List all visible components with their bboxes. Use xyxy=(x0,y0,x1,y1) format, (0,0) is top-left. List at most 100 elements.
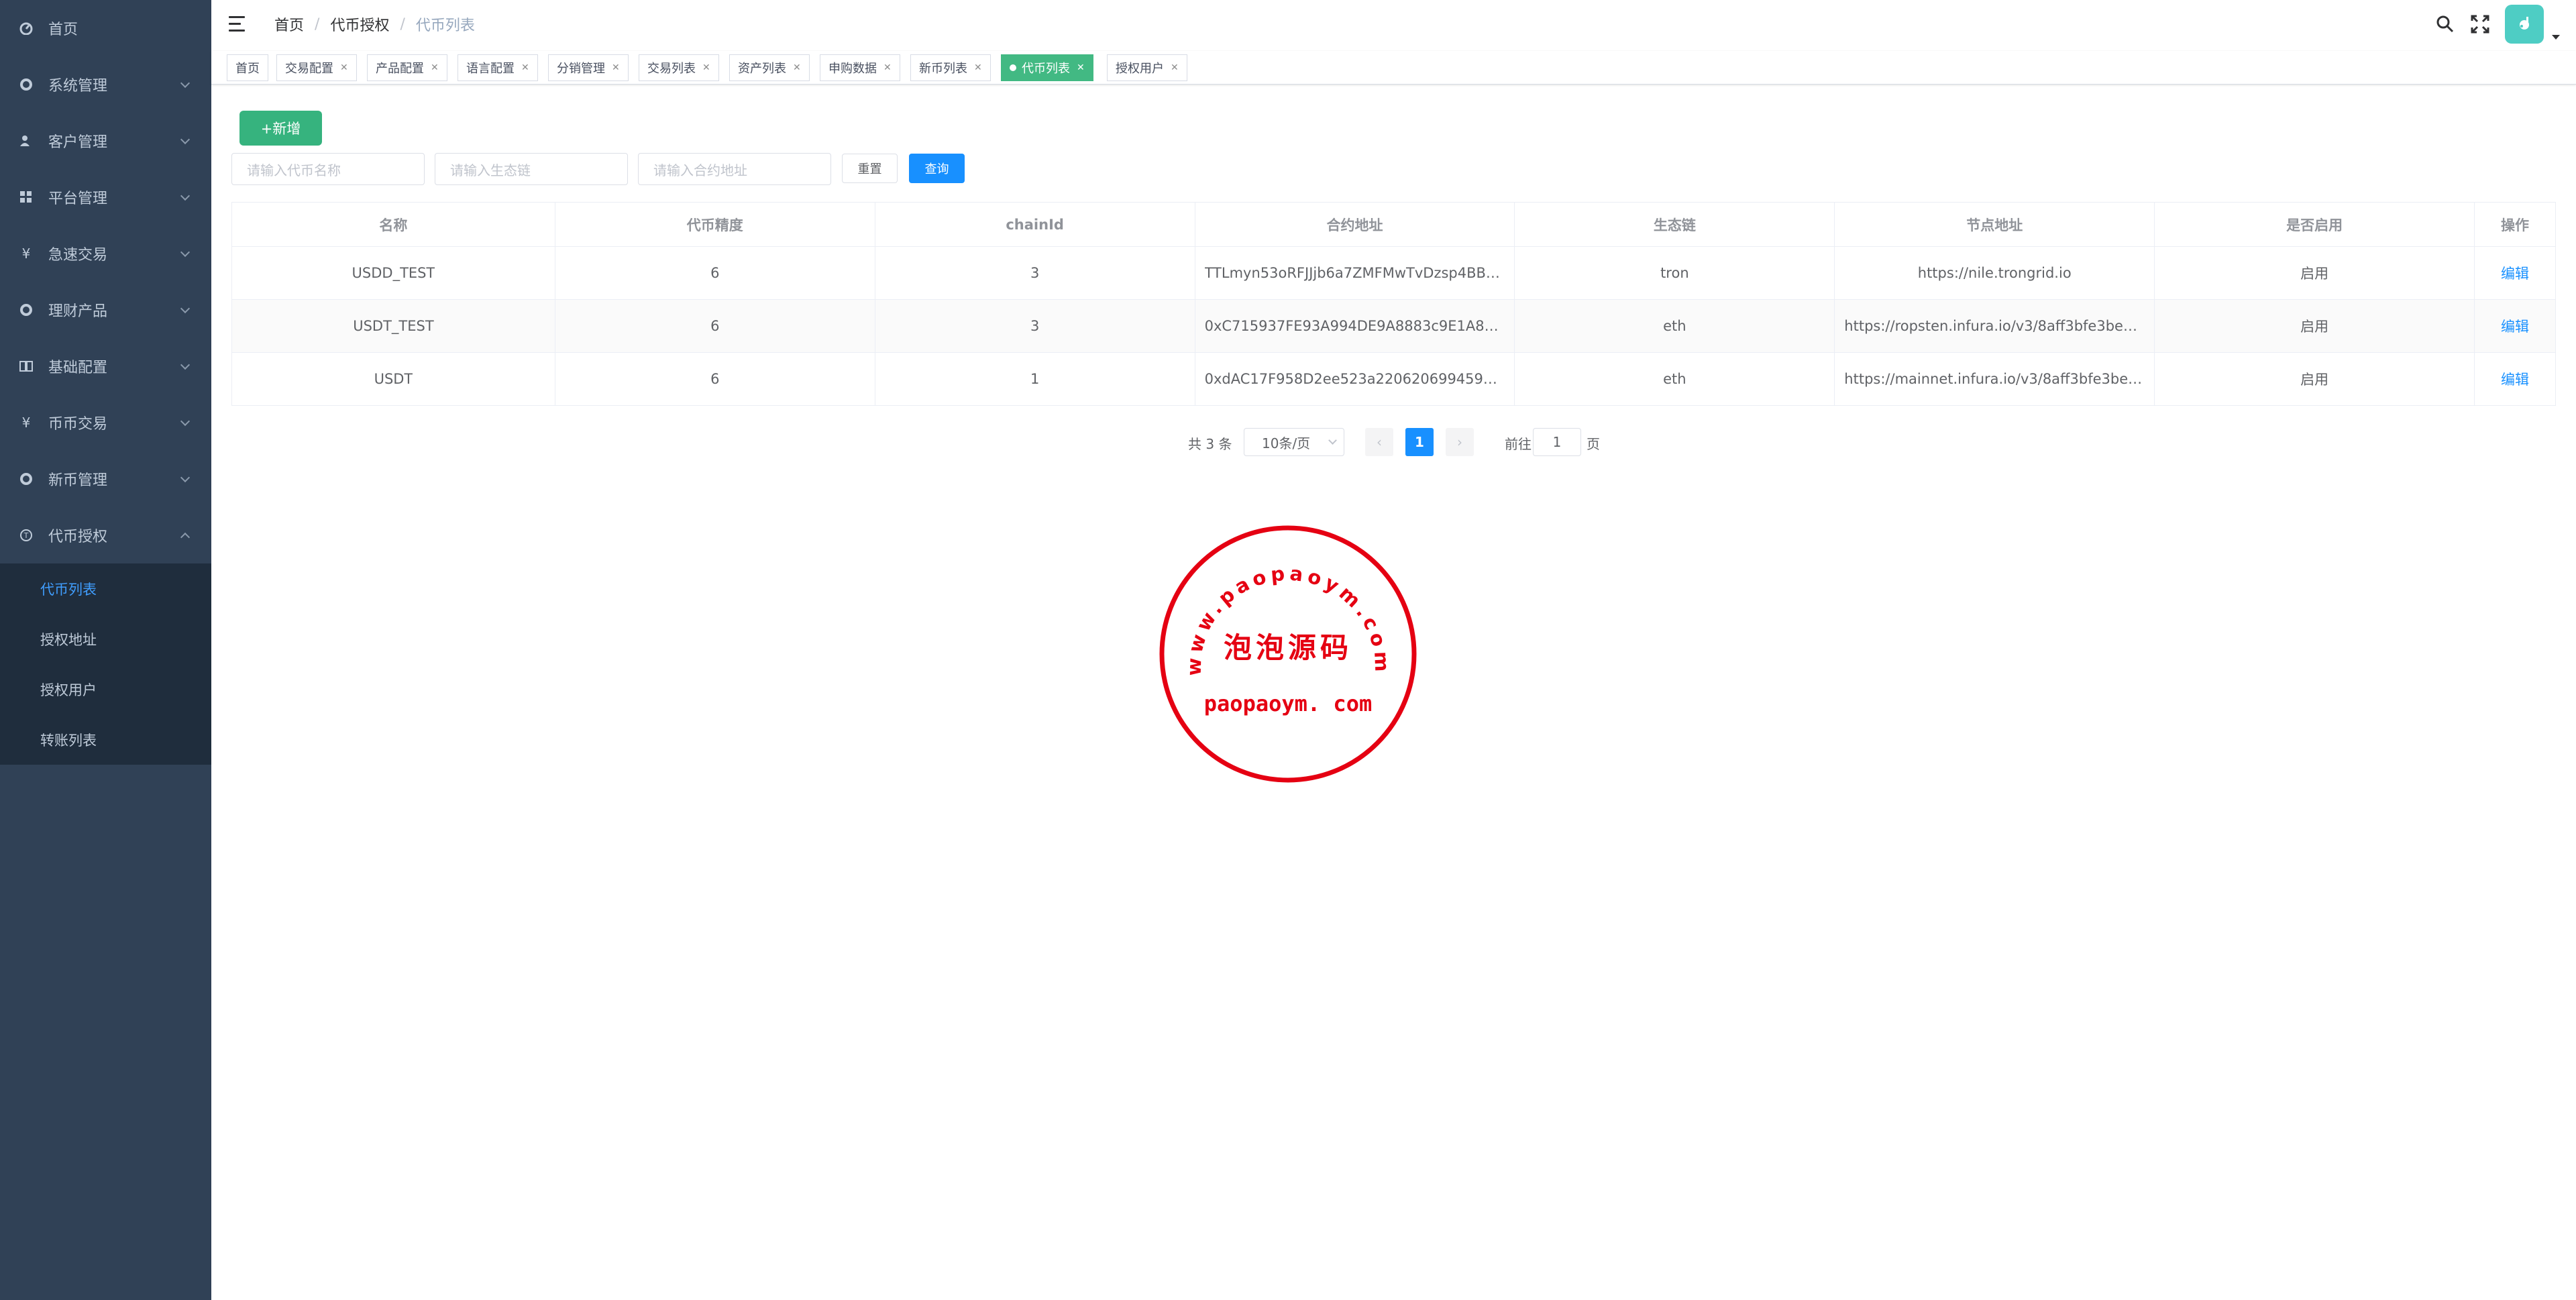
prev-page-button[interactable]: ‹ xyxy=(1365,428,1393,456)
sidebar-subitem-auth-address[interactable]: 授权地址 xyxy=(0,614,211,664)
pagination-total: 共 3 条 xyxy=(1188,436,1232,452)
tag-token-list[interactable]: 代币列表 ✕ xyxy=(1001,54,1093,81)
chevron-left-icon: ‹ xyxy=(1377,434,1382,450)
close-icon[interactable]: ✕ xyxy=(883,62,892,73)
sidebar-item-new-coin[interactable]: 新币管理 xyxy=(0,451,211,507)
close-icon[interactable]: ✕ xyxy=(521,62,529,73)
token-table: 名称 代币精度 chainId 合约地址 生态链 节点地址 是否启用 操作 US… xyxy=(231,202,2556,406)
edit-link[interactable]: 编辑 xyxy=(2501,263,2529,283)
table-cell: 启用 xyxy=(2155,353,2475,406)
chevron-down-icon xyxy=(180,78,191,89)
chevron-down-icon xyxy=(1328,436,1337,445)
close-icon[interactable]: ✕ xyxy=(340,62,348,73)
tag-asset-list[interactable]: 资产列表 ✕ xyxy=(729,54,810,81)
tag-subscription-data[interactable]: 申购数据 ✕ xyxy=(820,54,900,81)
sidebar: 首页 系统管理 客户管理 平台管理 ¥ 急速交易 理财产品 基础配置 ¥ 币币交… xyxy=(0,0,211,1300)
close-icon[interactable]: ✕ xyxy=(974,62,982,73)
close-icon[interactable]: ✕ xyxy=(793,62,801,73)
edit-link[interactable]: 编辑 xyxy=(2501,316,2529,336)
chevron-down-icon xyxy=(180,303,191,314)
table-row: USDT 6 1 0xdAC17F958D2ee523a220620699459… xyxy=(232,353,2556,406)
sidebar-item-basic-config[interactable]: 基础配置 xyxy=(0,338,211,394)
table-cell: https://mainnet.infura.io/v3/8aff3bfe3be… xyxy=(1835,353,2155,406)
watermark-center-text: 泡泡源码 xyxy=(1224,631,1352,664)
avatar[interactable] xyxy=(2505,5,2544,44)
sidebar-item-label: 急速交易 xyxy=(48,247,108,264)
sidebar-subitem-auth-users[interactable]: 授权用户 xyxy=(0,664,211,714)
contract-address-input[interactable]: 请输入合约地址 xyxy=(638,153,831,185)
breadcrumb-home[interactable]: 首页 xyxy=(274,13,304,35)
dashboard-icon xyxy=(19,21,34,36)
chevron-up-icon xyxy=(180,532,191,543)
tag-auth-users[interactable]: 授权用户 ✕ xyxy=(1107,54,1187,81)
user-icon xyxy=(19,133,34,148)
chevron-down-icon xyxy=(180,247,191,258)
query-button[interactable]: 查询 xyxy=(909,154,965,183)
reset-button[interactable]: 重置 xyxy=(842,154,898,183)
chevron-down-icon xyxy=(180,191,191,201)
close-icon[interactable]: ✕ xyxy=(702,62,710,73)
gear-icon xyxy=(19,303,34,317)
tag-home[interactable]: 首页 xyxy=(227,54,268,81)
add-button[interactable]: +新增 xyxy=(239,111,322,146)
tag-trade-list[interactable]: 交易列表 ✕ xyxy=(639,54,719,81)
page-size-select[interactable]: 10条/页 xyxy=(1244,428,1344,456)
chevron-down-icon xyxy=(180,360,191,370)
breadcrumb-token-auth[interactable]: 代币授权 xyxy=(330,13,389,35)
sidebar-item-customer[interactable]: 客户管理 xyxy=(0,113,211,169)
table-cell: 0xdAC17F958D2ee523a2206206994597C13… xyxy=(1195,353,1515,406)
chain-input[interactable]: 请输入生态链 xyxy=(435,153,628,185)
column-header: 生态链 xyxy=(1515,203,1835,247)
table-cell: USDT xyxy=(232,353,555,406)
table-cell: 3 xyxy=(875,300,1195,353)
table-cell: eth xyxy=(1515,300,1835,353)
caret-down-icon[interactable] xyxy=(2552,34,2560,40)
tag-language-config[interactable]: 语言配置 ✕ xyxy=(458,54,538,81)
token-name-input[interactable]: 请输入代币名称 xyxy=(231,153,425,185)
tag-product-config[interactable]: 产品配置 ✕ xyxy=(367,54,447,81)
table-cell: 0xC715937FE93A994DE9A8883c9E1A871d… xyxy=(1195,300,1515,353)
page-number-current[interactable]: 1 xyxy=(1405,428,1434,456)
table-cell: 启用 xyxy=(2155,300,2475,353)
table-cell: 1 xyxy=(875,353,1195,406)
close-icon[interactable]: ✕ xyxy=(1077,62,1085,73)
sidebar-item-home[interactable]: 首页 xyxy=(0,0,211,56)
navbar-right xyxy=(2435,0,2576,48)
sidebar-item-token-auth[interactable]: T 代币授权 xyxy=(0,507,211,563)
sidebar-item-system[interactable]: 系统管理 xyxy=(0,56,211,113)
table-cell: 6 xyxy=(555,300,875,353)
close-icon[interactable]: ✕ xyxy=(431,62,439,73)
table-cell: 6 xyxy=(555,247,875,300)
tag-distribution[interactable]: 分销管理 ✕ xyxy=(548,54,629,81)
close-icon[interactable]: ✕ xyxy=(1171,62,1179,73)
svg-text:T: T xyxy=(23,531,29,540)
table-cell: USDT_TEST xyxy=(232,300,555,353)
table-header: 名称 代币精度 chainId 合约地址 生态链 节点地址 是否启用 操作 xyxy=(232,203,2556,247)
sidebar-subitem-token-list[interactable]: 代币列表 xyxy=(0,563,211,614)
edit-link[interactable]: 编辑 xyxy=(2501,369,2529,389)
sidebar-item-label: 基础配置 xyxy=(48,360,108,376)
tag-trade-config[interactable]: 交易配置 ✕ xyxy=(276,54,357,81)
goto-label: 前往 xyxy=(1505,436,1532,452)
sidebar-item-wealth[interactable]: 理财产品 xyxy=(0,282,211,338)
search-icon[interactable] xyxy=(2435,14,2455,34)
next-page-button[interactable]: › xyxy=(1446,428,1474,456)
sidebar-item-fast-trade[interactable]: ¥ 急速交易 xyxy=(0,225,211,282)
chevron-down-icon xyxy=(180,134,191,145)
fullscreen-icon[interactable] xyxy=(2470,14,2490,34)
goto-page-input[interactable]: 1 xyxy=(1533,428,1581,456)
hamburger-icon[interactable] xyxy=(229,16,248,32)
close-icon[interactable]: ✕ xyxy=(612,62,620,73)
sidebar-item-platform[interactable]: 平台管理 xyxy=(0,169,211,225)
column-header: 是否启用 xyxy=(2155,203,2475,247)
table-row: USDD_TEST 6 3 TTLmyn53oRFJJjb6a7ZMFMwTvD… xyxy=(232,247,2556,300)
tags-view: 首页 交易配置 ✕ 产品配置 ✕ 语言配置 ✕ 分销管理 ✕ 交易列表 ✕ 资产列表 ✕ 申… xyxy=(211,51,2576,85)
table-cell: 编辑 xyxy=(2475,247,2556,300)
sidebar-item-label: 新币管理 xyxy=(48,472,108,489)
chevron-down-icon xyxy=(180,472,191,483)
sidebar-subitem-transfer-list[interactable]: 转账列表 xyxy=(0,714,211,765)
book-icon xyxy=(19,359,34,374)
column-header: 合约地址 xyxy=(1195,203,1515,247)
chevron-right-icon: › xyxy=(1457,434,1462,450)
tag-new-coin-list[interactable]: 新币列表 ✕ xyxy=(910,54,991,81)
